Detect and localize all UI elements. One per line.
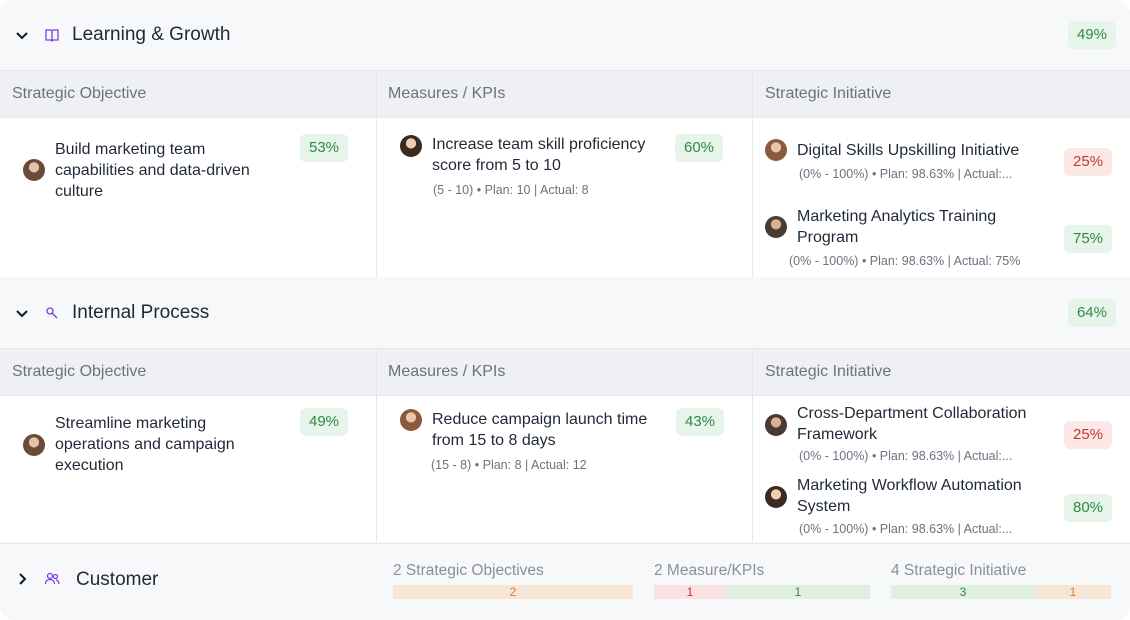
summary-initiatives-label: 4 Strategic Initiative	[891, 562, 1027, 579]
kpi-detail: (15 - 8) • Plan: 8 | Actual: 12	[431, 458, 587, 472]
kpi-detail: (5 - 10) • Plan: 10 | Actual: 8	[433, 183, 589, 197]
avatar	[400, 135, 422, 157]
column-divider	[752, 70, 753, 277]
summary-kpis-bar-green: 1	[726, 585, 870, 599]
initiative-percent-badge: 25%	[1064, 421, 1113, 449]
avatar	[765, 486, 787, 508]
objective-percent-badge: 53%	[300, 134, 349, 162]
chevron-down-icon[interactable]	[14, 305, 30, 321]
section-header-customer[interactable]: Customer	[0, 543, 1130, 620]
kpi-percent-badge: 60%	[675, 134, 724, 162]
chevron-right-icon[interactable]	[14, 571, 30, 587]
section-header-learning-growth[interactable]: Learning & Growth 49%	[0, 0, 1130, 70]
initiative-text[interactable]: Cross-Department Collaboration Framework	[797, 403, 1057, 445]
section-percent-badge: 49%	[1067, 21, 1116, 49]
initiative-percent-badge: 25%	[1064, 148, 1113, 176]
initiative-text[interactable]: Marketing Analytics Training Program	[797, 206, 1037, 248]
objective-text[interactable]: Streamline marketing operations and camp…	[55, 413, 285, 476]
column-header-measures: Measures / KPIs	[388, 363, 506, 380]
users-icon	[44, 571, 60, 587]
initiative-percent-badge: 80%	[1064, 494, 1113, 522]
avatar	[23, 159, 45, 181]
summary-initiatives-bar-orange: 1	[1035, 585, 1111, 599]
initiative-detail: (0% - 100%) • Plan: 98.63% | Actual: 75%	[789, 254, 1021, 268]
book-icon	[44, 27, 60, 43]
summary-initiatives-bar-green: 3	[891, 585, 1035, 599]
avatar	[400, 409, 422, 431]
column-header-row: Strategic Objective Measures / KPIs Stra…	[0, 70, 1130, 118]
column-header-row: Strategic Objective Measures / KPIs Stra…	[0, 348, 1130, 396]
avatar	[23, 434, 45, 456]
column-header-initiative: Strategic Initiative	[765, 363, 892, 380]
initiative-text[interactable]: Digital Skills Upskilling Initiative	[797, 140, 1047, 161]
column-header-measures: Measures / KPIs	[388, 85, 506, 102]
column-divider	[376, 70, 377, 277]
section-title: Learning & Growth	[72, 24, 231, 45]
objective-percent-badge: 49%	[300, 408, 349, 436]
chevron-down-icon[interactable]	[14, 27, 30, 43]
section-percent-badge: 64%	[1067, 299, 1116, 327]
column-divider	[376, 348, 377, 542]
column-divider	[752, 348, 753, 542]
section-title: Customer	[76, 569, 159, 590]
avatar	[765, 414, 787, 436]
process-icon	[44, 305, 60, 321]
avatar	[765, 139, 787, 161]
section-header-internal-process[interactable]: Internal Process 64%	[0, 278, 1130, 348]
initiative-percent-badge: 75%	[1064, 225, 1113, 253]
kpi-text[interactable]: Increase team skill proficiency score fr…	[432, 134, 667, 176]
summary-kpis-bar-red: 1	[654, 585, 726, 599]
objective-text[interactable]: Build marketing team capabilities and da…	[55, 139, 285, 202]
column-header-objective: Strategic Objective	[12, 363, 147, 380]
avatar	[765, 216, 787, 238]
kpi-percent-badge: 43%	[676, 408, 725, 436]
scorecard-panel: Learning & Growth 49% Strategic Objectiv…	[0, 0, 1130, 620]
section-title: Internal Process	[72, 302, 210, 323]
summary-objectives-bar: 2	[393, 585, 633, 599]
summary-objectives-label: 2 Strategic Objectives	[393, 562, 544, 579]
initiative-detail: (0% - 100%) • Plan: 98.63% | Actual:...	[799, 167, 1013, 181]
column-header-objective: Strategic Objective	[12, 85, 147, 102]
summary-kpis-label: 2 Measure/KPIs	[654, 562, 765, 579]
kpi-text[interactable]: Reduce campaign launch time from 15 to 8…	[432, 409, 672, 451]
initiative-detail: (0% - 100%) • Plan: 98.63% | Actual:...	[799, 449, 1013, 463]
initiative-detail: (0% - 100%) • Plan: 98.63% | Actual:...	[799, 522, 1013, 536]
column-header-initiative: Strategic Initiative	[765, 85, 892, 102]
initiative-text[interactable]: Marketing Workflow Automation System	[797, 475, 1052, 517]
